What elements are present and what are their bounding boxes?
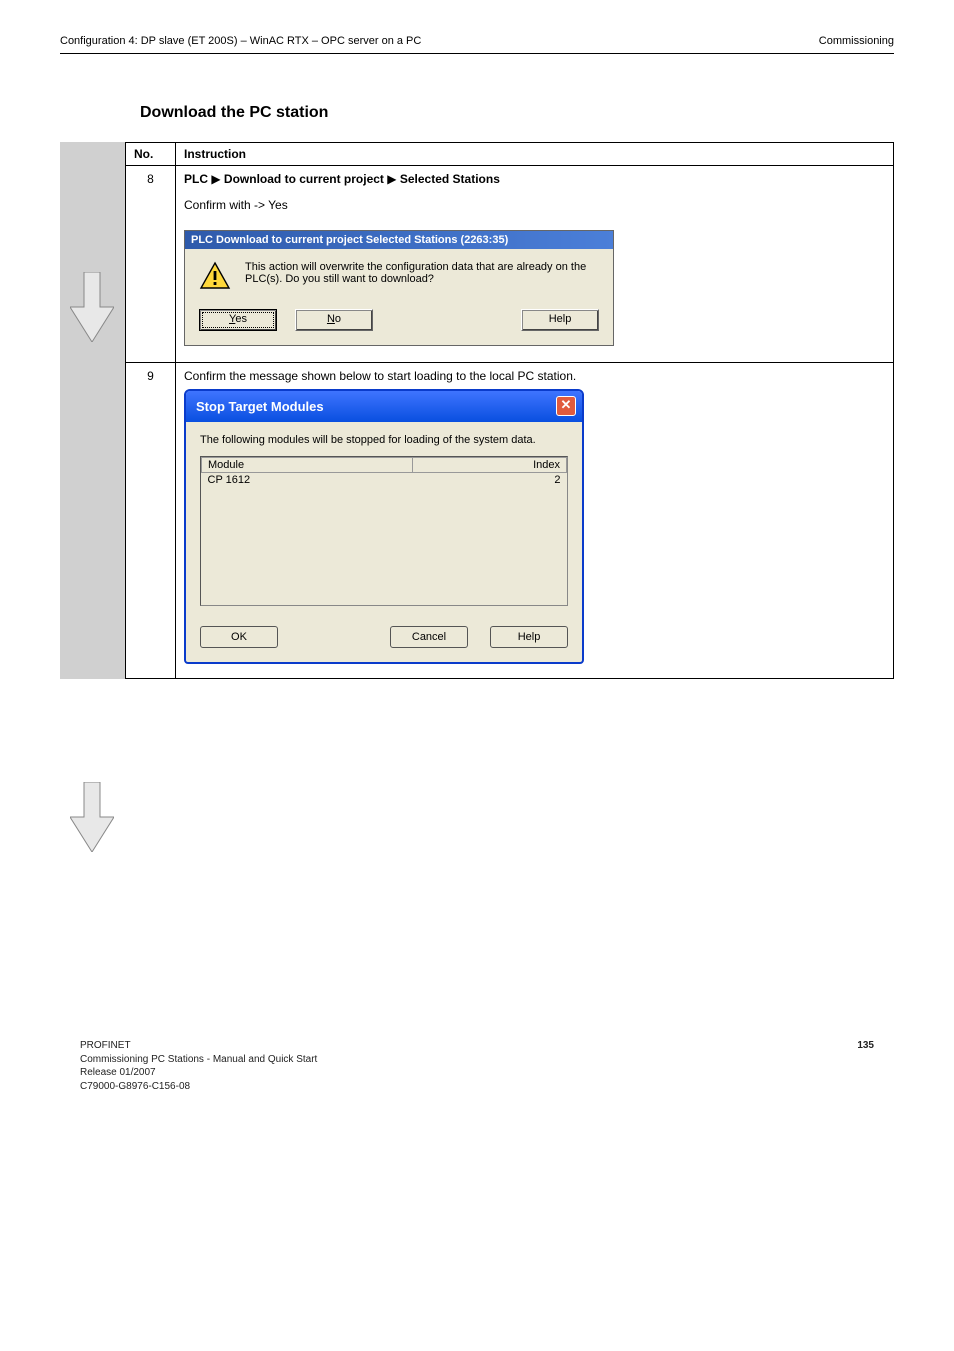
index-cell: 2 — [412, 473, 566, 488]
yes-button[interactable]: Yes — [199, 309, 277, 331]
header-rule — [60, 53, 894, 54]
dialog-title: PLC Download to current project Selected… — [185, 231, 613, 249]
sidebar-margin — [60, 142, 125, 679]
arrow-down-icon — [70, 782, 114, 852]
footer-line: PROFINET — [80, 1039, 317, 1053]
no-button[interactable]: No — [295, 309, 373, 331]
step-number: 8 — [126, 166, 176, 363]
close-icon[interactable]: ✕ — [556, 396, 576, 416]
instruction-table: No. Instruction 8 PLC ▶ Download to curr… — [125, 142, 894, 679]
instruction-line: Confirm with -> Yes — [184, 198, 885, 212]
page-header: Configuration 4: DP slave (ET 200S) – Wi… — [60, 35, 894, 47]
list-col-index: Index — [412, 458, 566, 473]
footer-line: C79000-G8976-C156-08 — [80, 1080, 317, 1094]
instruction-line: Confirm the message shown below to start… — [184, 369, 885, 383]
table-row: 8 PLC ▶ Download to current project ▶ Se… — [126, 166, 894, 363]
step-number: 9 — [126, 363, 176, 679]
col-header-no: No. — [126, 143, 176, 166]
module-list: Module Index CP 1612 2 — [200, 456, 568, 606]
instruction-line: PLC ▶ Download to current project ▶ Sele… — [184, 172, 885, 186]
dialog-download-confirm: PLC Download to current project Selected… — [184, 230, 614, 346]
header-right: Commissioning — [819, 35, 894, 47]
arrow-down-icon — [70, 272, 114, 342]
col-header-instruction: Instruction — [176, 143, 894, 166]
list-col-module: Module — [202, 458, 413, 473]
section-title: Download the PC station — [140, 104, 894, 122]
footer-line: Release 01/2007 — [80, 1066, 317, 1080]
page-footer: PROFINET Commissioning PC Stations - Man… — [80, 1039, 874, 1093]
table-row: 9 Confirm the message shown below to sta… — [126, 363, 894, 679]
ok-button[interactable]: OK — [200, 626, 278, 648]
page-number: 135 — [857, 1039, 874, 1093]
cancel-button[interactable]: Cancel — [390, 626, 468, 648]
dialog-message: The following modules will be stopped fo… — [200, 434, 568, 446]
help-button[interactable]: Help — [521, 309, 599, 331]
instr-bold: Download to current project — [221, 172, 388, 186]
dialog-message: This action will overwrite the configura… — [245, 261, 599, 291]
instr-bold: PLC — [184, 172, 211, 186]
warning-icon — [199, 261, 231, 291]
header-left: Configuration 4: DP slave (ET 200S) – Wi… — [60, 35, 421, 47]
help-button[interactable]: Help — [490, 626, 568, 648]
dialog-title: Stop Target Modules — [196, 399, 324, 414]
list-item: CP 1612 2 — [202, 473, 567, 488]
module-cell: CP 1612 — [202, 473, 413, 488]
instr-bold: Selected Stations — [397, 172, 500, 186]
footer-line: Commissioning PC Stations - Manual and Q… — [80, 1053, 317, 1067]
dialog-stop-target-modules: Stop Target Modules ✕ The following modu… — [184, 389, 584, 664]
